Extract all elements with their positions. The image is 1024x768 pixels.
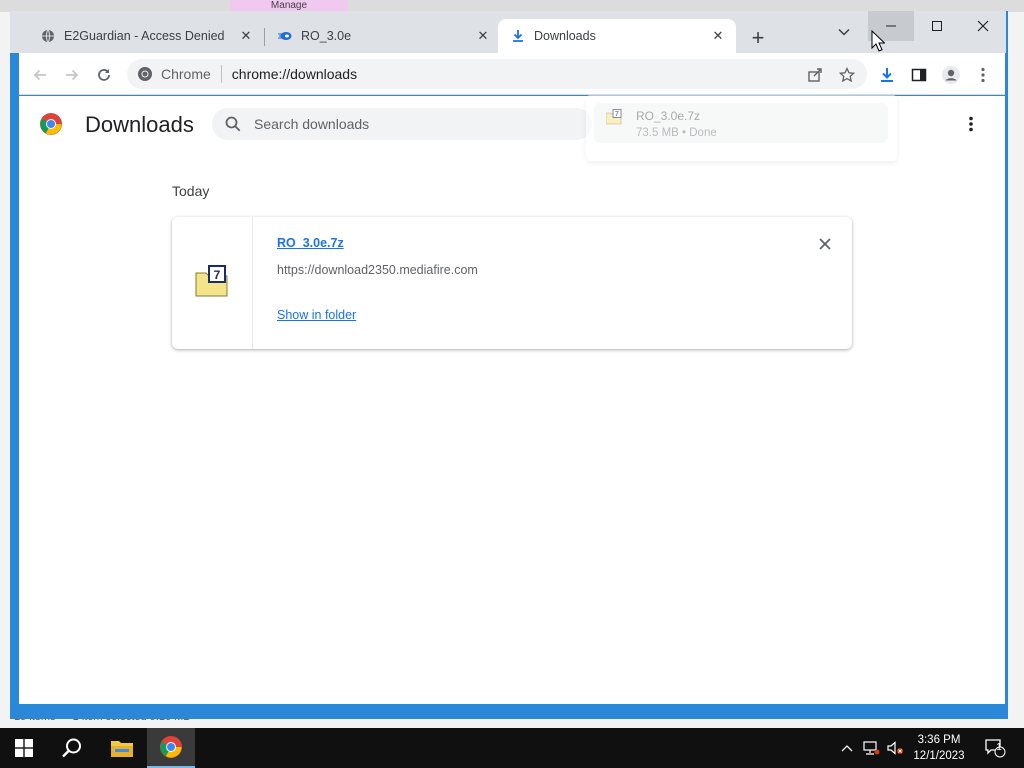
tab-ro-3-0e[interactable]: RO_3.0e ✕ [265, 19, 501, 53]
close-icon[interactable]: ✕ [238, 28, 254, 44]
maximize-button[interactable] [914, 11, 960, 41]
page-title: Downloads [85, 112, 194, 137]
svg-text:7: 7 [615, 111, 619, 118]
downloads-page: Downloads Today 7 RO_3.0e.7z https://dow… [19, 96, 1005, 704]
search-downloads-box[interactable] [212, 108, 592, 140]
notification-center-icon[interactable]: 1 [980, 728, 1010, 768]
omnibox-divider [220, 65, 222, 83]
notification-count-badge: 1 [996, 742, 1002, 753]
forward-button[interactable] [58, 61, 86, 89]
download-bubble-file-name: RO_3.0e.7z [636, 109, 701, 123]
remove-from-list-close-icon[interactable] [816, 235, 834, 253]
mouse-cursor-icon [871, 29, 886, 52]
close-icon[interactable]: ✕ [475, 28, 491, 44]
tab-search-chevron-icon[interactable] [832, 25, 856, 49]
chrome-menu-icon[interactable] [969, 61, 997, 89]
volume-muted-icon[interactable] [884, 728, 906, 768]
show-hidden-icons-chevron-icon[interactable] [837, 728, 857, 768]
download-bubble-status: 73.5 MB • Done [636, 127, 717, 139]
tab-strip: E2Guardian - Access Denied ✕ RO_3.0e ✕ D… [10, 11, 1006, 53]
chrome-site-icon [137, 66, 153, 82]
globe-icon [40, 28, 56, 44]
search-taskbar-icon[interactable] [48, 728, 96, 768]
profile-avatar-icon[interactable] [937, 61, 965, 89]
downloads-toolbar-icon[interactable] [873, 61, 901, 89]
show-in-folder-link[interactable]: Show in folder [277, 308, 356, 322]
download-source-url[interactable]: https://download2350.mediafire.com [277, 263, 478, 277]
date-section-label: Today [172, 183, 210, 199]
mediafire-icon [277, 28, 293, 44]
back-button[interactable] [26, 61, 54, 89]
address-bar[interactable]: Chrome chrome://downloads [127, 59, 867, 89]
site-name: Chrome [161, 66, 211, 82]
clock-time: 3:36 PM [917, 734, 961, 746]
more-actions-icon[interactable] [959, 112, 983, 136]
chrome-taskbar-icon[interactable] [147, 728, 195, 768]
download-icon [510, 28, 526, 44]
share-icon[interactable] [801, 61, 829, 89]
download-item-icon-column: 7 [172, 217, 253, 349]
bookmark-star-icon[interactable] [833, 61, 861, 89]
url-text[interactable]: chrome://downloads [232, 66, 357, 82]
tab-title: E2Guardian - Access Denied [64, 29, 225, 43]
start-button[interactable] [0, 728, 48, 768]
network-icon[interactable] [860, 728, 882, 768]
chrome-logo-icon [39, 112, 63, 136]
download-bubble: 7 RO_3.0e.7z 73.5 MB • Done [586, 95, 897, 161]
search-input[interactable] [254, 116, 554, 132]
side-panel-icon[interactable] [905, 61, 933, 89]
download-file-name-link[interactable]: RO_3.0e.7z [277, 236, 344, 250]
windows-taskbar: 3:36 PM 12/1/2023 1 [0, 728, 1024, 768]
search-icon [224, 115, 242, 133]
tab-title: Downloads [534, 29, 596, 43]
close-window-button[interactable] [960, 11, 1006, 41]
reload-button[interactable] [90, 61, 118, 89]
close-icon[interactable]: ✕ [710, 28, 726, 44]
clock-date: 12/1/2023 [913, 750, 965, 762]
file-explorer-icon[interactable] [98, 728, 146, 768]
svg-text:7: 7 [214, 268, 221, 282]
tab-downloads[interactable]: Downloads ✕ [498, 19, 736, 53]
tab-title: RO_3.0e [301, 29, 352, 43]
system-clock[interactable]: 3:36 PM 12/1/2023 [908, 732, 970, 764]
new-tab-button[interactable]: + [744, 25, 772, 53]
7z-archive-file-icon: 7 [195, 265, 229, 297]
7z-archive-file-icon: 7 [605, 109, 622, 125]
browser-toolbar: Chrome chrome://downloads [19, 53, 1005, 95]
download-bubble-row[interactable]: 7 RO_3.0e.7z 73.5 MB • Done [594, 103, 888, 143]
tab-e2guardian[interactable]: E2Guardian - Access Denied ✕ [28, 19, 264, 53]
download-item-card: 7 RO_3.0e.7z https://download2350.mediaf… [172, 217, 852, 349]
